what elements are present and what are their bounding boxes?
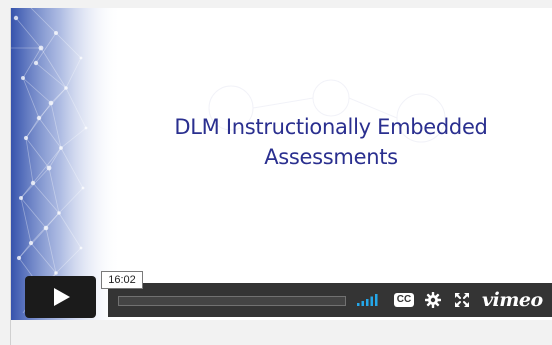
gear-icon[interactable]	[422, 289, 444, 311]
control-bar: CC vimeo	[108, 283, 552, 317]
fullscreen-icon[interactable]	[451, 289, 473, 311]
volume-bars-icon[interactable]	[356, 289, 380, 311]
page-below-video	[10, 320, 552, 345]
time-tooltip: 16:02	[101, 271, 143, 289]
slide-title: DLM Instructionally Embedded Assessments	[141, 112, 521, 172]
progress-bar[interactable]	[118, 296, 346, 306]
cc-badge: CC	[394, 293, 414, 307]
video-embed[interactable]: DLM Instructionally Embedded Assessments	[10, 8, 552, 320]
slide-title-line-2: Assessments	[264, 145, 398, 169]
cc-label: CC	[396, 294, 412, 305]
play-icon	[53, 288, 70, 306]
player-controls: CC vimeo 16:02	[11, 271, 552, 320]
vimeo-logo[interactable]: vimeo	[482, 288, 543, 312]
closed-captions-icon[interactable]: CC	[393, 289, 415, 311]
slide-title-line-1: DLM Instructionally Embedded	[174, 115, 488, 139]
play-button[interactable]	[25, 276, 96, 318]
